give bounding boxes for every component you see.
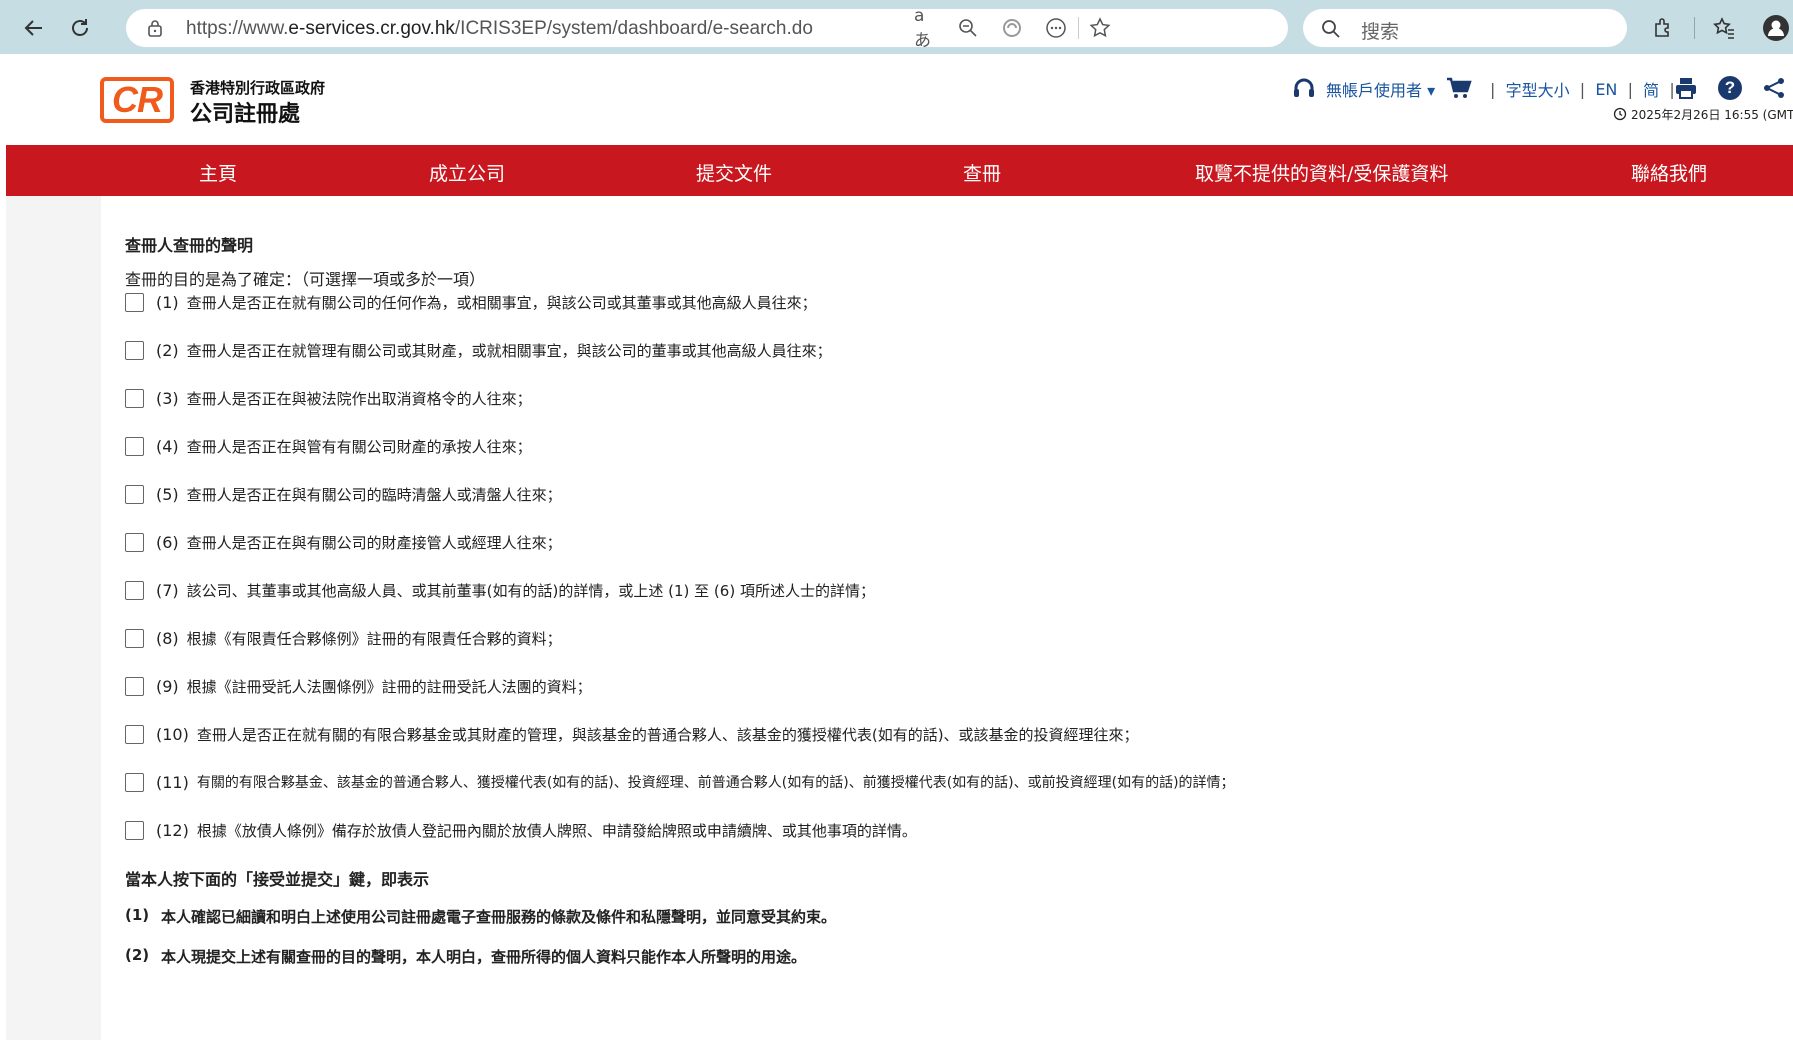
purpose-checkbox[interactable] xyxy=(125,484,144,504)
cart-icon[interactable] xyxy=(1446,77,1472,99)
favorite-star-icon[interactable] xyxy=(1088,17,1112,39)
purpose-option[interactable]: (2) 查冊人是否正在就管理有關公司或其財產，或就相關事宜，與該公司的董事或其他… xyxy=(125,338,832,362)
purpose-checkbox[interactable] xyxy=(125,532,144,552)
font-size-link[interactable]: 字型大小 xyxy=(1506,77,1570,101)
option-text: 查冊人是否正在與有關公司的財產接管人或經理人往來； xyxy=(186,533,562,552)
option-number: (7) xyxy=(156,580,179,600)
purpose-checkbox[interactable] xyxy=(125,628,144,648)
option-number: (1) xyxy=(156,292,179,312)
site-header: CR 香港特別行政區政府 公司註冊處 無帳戶使用者 ▾ | 字型大小 | EN … xyxy=(6,54,1793,144)
read-aloud-icon[interactable]: aあ xyxy=(914,6,938,51)
acceptance-statement: (1) 本人確認已細讀和明白上述使用公司註冊處電子查冊服務的條款及條件和私隱聲明… xyxy=(125,906,837,926)
lang-sc-link[interactable]: 简 xyxy=(1643,77,1659,101)
option-text: 查冊人是否正在就管理有關公司或其財產，或就相關事宜，與該公司的董事或其他高級人員… xyxy=(186,341,832,360)
reload-icon xyxy=(72,19,88,36)
back-button[interactable] xyxy=(16,10,52,46)
left-gutter xyxy=(6,196,101,1040)
purpose-option[interactable]: (9) 根據《註冊受託人法團條例》註冊的註冊受託人法團的資料； xyxy=(125,674,592,698)
menu-item-incorporate[interactable]: 成立公司 xyxy=(429,159,505,186)
menu-item-home[interactable]: 主頁 xyxy=(199,159,237,186)
clock-icon xyxy=(1613,107,1627,121)
reload-button[interactable] xyxy=(62,10,98,46)
acceptance-statement: (2) 本人現提交上述有關查冊的目的聲明，本人明白，查冊所得的個人資料只能作本人… xyxy=(125,946,807,966)
extensions-icon[interactable] xyxy=(1650,14,1678,42)
option-number: (4) xyxy=(156,436,179,456)
search-icon xyxy=(1322,20,1340,38)
option-number: (3) xyxy=(156,388,179,408)
menu-item-file-documents[interactable]: 提交文件 xyxy=(696,159,772,186)
headset-icon xyxy=(1294,78,1314,97)
option-number: (10) xyxy=(156,724,189,744)
timestamp: 2025年2月26日 16:55 (GMT+8 xyxy=(1631,108,1793,122)
purpose-option[interactable]: (4) 查冊人是否正在與管有有關公司財產的承按人往來； xyxy=(125,434,532,458)
purpose-checkbox[interactable] xyxy=(125,580,144,600)
purpose-option[interactable]: (6) 查冊人是否正在與有關公司的財產接管人或經理人往來； xyxy=(125,530,562,554)
url-text[interactable]: https://www.e-services.cr.gov.hk/ICRIS3E… xyxy=(186,18,813,40)
translate-icon[interactable] xyxy=(1000,17,1024,39)
share-icon[interactable] xyxy=(1762,76,1786,100)
option-number: (8) xyxy=(156,628,179,648)
option-number: (9) xyxy=(156,676,179,696)
site-info-icon[interactable] xyxy=(146,19,164,37)
purpose-checkbox[interactable] xyxy=(125,388,144,408)
menu-item-protected-info[interactable]: 取覽不提供的資料/受保護資料 xyxy=(1195,159,1448,186)
option-number: (12) xyxy=(156,820,189,840)
option-text: 查冊人是否正在與被法院作出取消資格令的人往來； xyxy=(186,389,532,408)
purpose-checkbox[interactable] xyxy=(125,772,144,792)
purpose-option[interactable]: (3) 查冊人是否正在與被法院作出取消資格令的人往來； xyxy=(125,386,532,410)
gov-name: 香港特別行政區政府 xyxy=(190,79,326,97)
purpose-option[interactable]: (7) 該公司、其董事或其他高級人員、或其前董事(如有的話)的詳情，或上述 (1… xyxy=(125,578,875,602)
option-text: 有關的有限合夥基金、該基金的普通合夥人、獲授權代表(如有的話)、投資經理、前普通… xyxy=(196,775,1235,791)
browser-toolbar: https://www.e-services.cr.gov.hk/ICRIS3E… xyxy=(0,0,1793,54)
more-icon[interactable] xyxy=(1044,17,1068,39)
option-number: (6) xyxy=(156,532,179,552)
zoom-out-icon[interactable] xyxy=(956,17,980,39)
purpose-checkbox[interactable] xyxy=(125,724,144,744)
purpose-intro: 查冊的目的是為了確定：（可選擇一項或多於一項） xyxy=(125,270,486,289)
option-number: (2) xyxy=(156,340,179,360)
browser-search-box[interactable]: 搜索 xyxy=(1303,9,1627,47)
registry-name: 公司註冊處 xyxy=(190,102,301,127)
print-icon[interactable] xyxy=(1674,76,1698,100)
main-menu: 主頁 成立公司 提交文件 查冊 取覽不提供的資料/受保護資料 聯絡我們 xyxy=(6,145,1793,196)
purpose-option[interactable]: (1) 查冊人是否正在就有關公司的任何作為，或相關事宜，與該公司或其董事或其他高… xyxy=(125,290,817,314)
menu-item-search[interactable]: 查冊 xyxy=(963,159,1001,186)
option-text: 根據《放債人條例》備存於放債人登記冊內關於放債人牌照、申請發給牌照或申請續牌、或… xyxy=(196,821,917,840)
option-text: 查冊人是否正在就有關公司的任何作為，或相關事宜，與該公司或其董事或其他高級人員往… xyxy=(186,293,817,312)
option-text: 根據《有限責任合夥條例》註冊的有限責任合夥的資料； xyxy=(186,629,562,648)
favorites-icon[interactable] xyxy=(1710,14,1738,42)
declaration-panel: 查冊人查冊的聲明 查冊的目的是為了確定：（可選擇一項或多於一項） (1) 查冊人… xyxy=(101,196,1793,1040)
option-text: 查冊人是否正在與管有有關公司財產的承按人往來； xyxy=(186,437,532,456)
purpose-option[interactable]: (12) 根據《放債人條例》備存於放債人登記冊內關於放債人牌照、申請發給牌照或申… xyxy=(125,818,917,842)
menu-item-contact[interactable]: 聯絡我們 xyxy=(1631,159,1707,186)
cr-logo[interactable]: CR xyxy=(100,77,174,123)
purpose-checkbox[interactable] xyxy=(125,436,144,456)
lang-en-link[interactable]: EN xyxy=(1595,80,1617,99)
option-number: (5) xyxy=(156,484,179,504)
purpose-option[interactable]: (5) 查冊人是否正在與有關公司的臨時清盤人或清盤人往來； xyxy=(125,482,562,506)
help-icon[interactable]: ? xyxy=(1718,76,1742,100)
user-menu[interactable]: 無帳戶使用者 ▾ xyxy=(1326,75,1435,103)
search-placeholder: 搜索 xyxy=(1361,21,1400,43)
option-text: 根據《註冊受託人法團條例》註冊的註冊受託人法團的資料； xyxy=(186,677,592,696)
option-text: 查冊人是否正在與有關公司的臨時清盤人或清盤人往來； xyxy=(186,485,562,504)
purpose-checkbox[interactable] xyxy=(125,676,144,696)
purpose-option[interactable]: (10) 查冊人是否正在就有關的有限合夥基金或其財產的管理，與該基金的普通合夥人… xyxy=(125,722,1139,746)
option-number: (11) xyxy=(156,772,189,792)
address-bar[interactable]: https://www.e-services.cr.gov.hk/ICRIS3E… xyxy=(126,6,1288,51)
purpose-option[interactable]: (11) 有關的有限合夥基金、該基金的普通合夥人、獲授權代表(如有的話)、投資經… xyxy=(125,770,1235,794)
page: CR 香港特別行政區政府 公司註冊處 無帳戶使用者 ▾ | 字型大小 | EN … xyxy=(6,54,1793,1040)
option-text: 查冊人是否正在就有關的有限合夥基金或其財產的管理，與該基金的普通合夥人、該基金的… xyxy=(196,725,1139,744)
purpose-checkbox[interactable] xyxy=(125,292,144,312)
back-arrow-icon xyxy=(24,20,42,36)
option-text: 該公司、其董事或其他高級人員、或其前董事(如有的話)的詳情，或上述 (1) 至 … xyxy=(186,581,875,600)
accept-title: 當本人按下面的「接受並提交」鍵，即表示 xyxy=(125,870,430,889)
declaration-title: 查冊人查冊的聲明 xyxy=(125,236,254,255)
purpose-checkbox[interactable] xyxy=(125,820,144,840)
purpose-option[interactable]: (8) 根據《有限責任合夥條例》註冊的有限責任合夥的資料； xyxy=(125,626,562,650)
purpose-checkbox[interactable] xyxy=(125,340,144,360)
profile-icon[interactable] xyxy=(1762,14,1790,42)
